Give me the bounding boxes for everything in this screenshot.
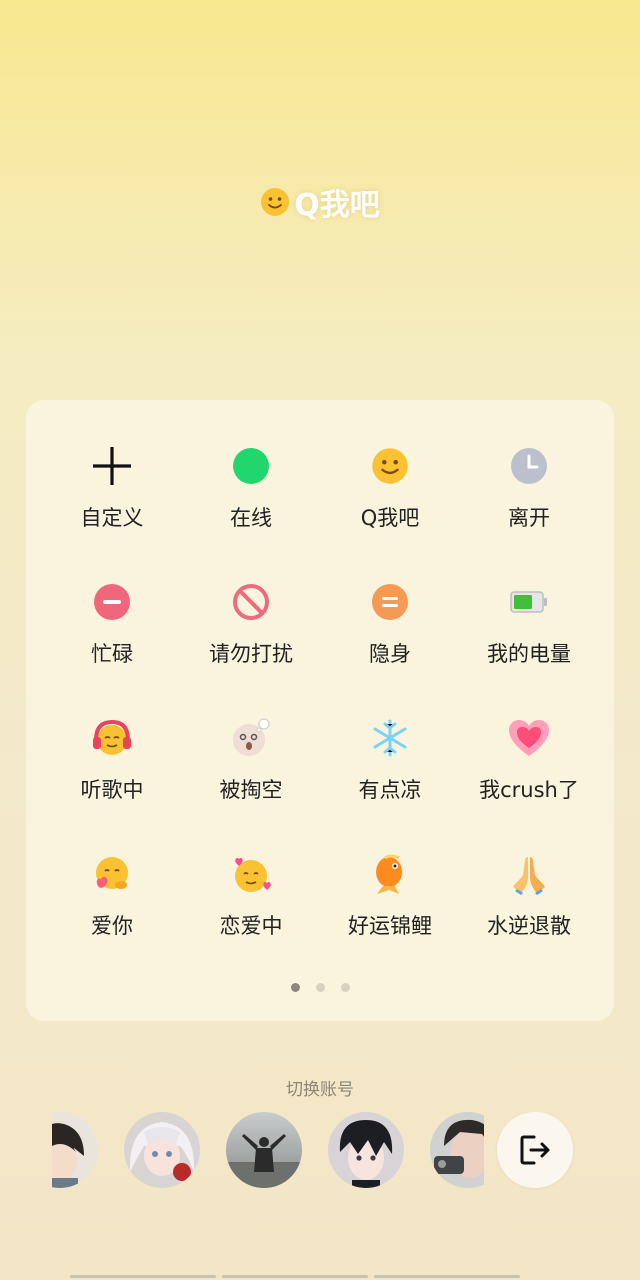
snowflake-icon [373, 719, 407, 757]
status-option-label: 被掏空 [219, 778, 283, 802]
status-option-away[interactable]: 离开 [459, 444, 599, 554]
busy-minus-icon [94, 584, 130, 620]
online-green-dot-icon [233, 448, 269, 484]
status-option-label: Q我吧 [360, 506, 420, 530]
account-avatar[interactable] [226, 1112, 302, 1188]
smile-emoji-icon [261, 188, 290, 216]
status-option-label: 忙碌 [91, 642, 133, 666]
status-option-q-me[interactable]: Q我吧 [320, 444, 460, 554]
avatar-anime-dark-hair-image [328, 1112, 404, 1188]
status-option-label: 好运锦鲤 [348, 914, 432, 938]
status-option-love-you[interactable]: 爱你 [42, 852, 182, 962]
account-avatar[interactable] [430, 1112, 484, 1188]
avatar-anime-boy-image [52, 1112, 98, 1188]
do-not-disturb-icon [233, 584, 269, 620]
koi-fish-icon [376, 854, 402, 894]
invisible-equals-icon [372, 584, 408, 620]
status-option-label: 隐身 [369, 642, 411, 666]
account-avatar[interactable] [328, 1112, 404, 1188]
account-avatar[interactable] [52, 1112, 98, 1188]
headphones-emoji-icon [93, 719, 131, 755]
status-option-busy[interactable]: 忙碌 [42, 580, 182, 690]
status-option-drained[interactable]: 被掏空 [181, 716, 321, 826]
exit-account-button[interactable] [497, 1112, 573, 1188]
account-avatar[interactable] [124, 1112, 200, 1188]
status-panel: 自定义 在线 Q我吧 离开 忙碌 请勿打扰 隐身 我的电量 听歌中 被掏空 有点… [26, 400, 614, 1021]
status-option-online[interactable]: 在线 [181, 444, 321, 554]
current-status: Q我吧 [0, 180, 640, 224]
avatar-boy-photo [430, 1112, 484, 1188]
status-option-lucky-koi[interactable]: 好运锦鲤 [320, 852, 460, 962]
status-option-crush[interactable]: 我crush了 [459, 716, 599, 826]
exit-arrow-icon [520, 1135, 550, 1165]
status-option-in-love[interactable]: 恋爱中 [181, 852, 321, 962]
plus-icon [93, 447, 131, 485]
status-option-label: 离开 [508, 506, 550, 530]
drained-emoji-icon [233, 718, 270, 756]
status-option-label: 有点凉 [358, 778, 422, 802]
status-option-battery[interactable]: 我的电量 [459, 580, 599, 690]
in-love-emoji-icon [235, 857, 271, 892]
status-option-listening[interactable]: 听歌中 [42, 716, 182, 826]
status-option-label: 在线 [230, 506, 272, 530]
smile-emoji-icon [372, 448, 408, 484]
status-option-label: 我crush了 [479, 778, 579, 802]
pink-heart-icon [509, 720, 549, 756]
page-indicator [26, 983, 614, 992]
status-option-bad-luck-away[interactable]: 水逆退散 [459, 852, 599, 962]
status-option-label: 我的电量 [487, 642, 571, 666]
clock-icon [511, 448, 547, 484]
page-dot-active[interactable] [290, 983, 300, 992]
status-option-invisible[interactable]: 隐身 [320, 580, 460, 690]
hugging-emoji-icon [96, 857, 128, 889]
page-dot[interactable] [340, 983, 350, 992]
status-option-dnd[interactable]: 请勿打扰 [181, 580, 321, 690]
account-list[interactable] [52, 1110, 484, 1190]
status-option-label: 自定义 [80, 506, 144, 530]
status-option-label: 请勿打扰 [209, 642, 293, 666]
status-option-label: 听歌中 [80, 778, 144, 802]
avatar-anime-girl-image [124, 1112, 200, 1188]
status-option-label: 恋爱中 [219, 914, 283, 938]
avatar-silhouette-photo [226, 1112, 302, 1188]
current-status-label: Q我吧 [294, 188, 380, 223]
status-option-custom[interactable]: 自定义 [42, 444, 182, 554]
battery-icon [510, 591, 547, 613]
status-option-chilly[interactable]: 有点凉 [320, 716, 460, 826]
praying-hands-icon [513, 857, 545, 895]
status-option-label: 水逆退散 [487, 914, 571, 938]
page-dot[interactable] [315, 983, 325, 992]
status-option-label: 爱你 [91, 914, 133, 938]
bottom-indicator-bars [70, 1275, 520, 1278]
switch-account-title: 切换账号 [286, 1080, 354, 1100]
